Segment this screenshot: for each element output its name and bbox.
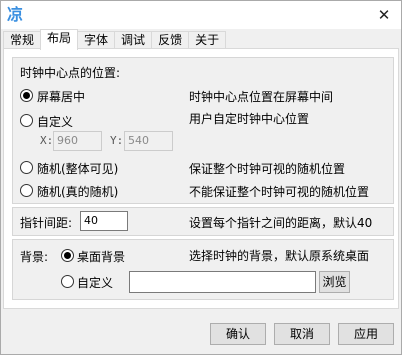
- cancel-button[interactable]: 取消: [274, 323, 330, 345]
- app-icon: 凉: [7, 5, 24, 24]
- position-group: 时钟中心点的位置: 屏幕居中 时钟中心点位置在屏幕中间 自定义 用户自定时钟中心…: [12, 57, 394, 204]
- radio-custom-background-label[interactable]: 自定义: [77, 274, 113, 291]
- screen-center-description: 时钟中心点位置在屏幕中间: [189, 90, 334, 104]
- background-path-input[interactable]: [129, 271, 316, 293]
- random-visible-description: 保证整个时钟可视的随机位置: [189, 162, 346, 176]
- tab-font[interactable]: 字体: [77, 31, 116, 49]
- y-label: Y:: [110, 134, 124, 147]
- browse-button[interactable]: 浏览: [319, 271, 350, 293]
- radio-custom-background[interactable]: [61, 275, 74, 288]
- x-coordinate-input[interactable]: 960: [53, 131, 102, 151]
- radio-custom-position-label[interactable]: 自定义: [37, 113, 73, 130]
- spacing-description: 设置每个指针之间的距离，默认40: [189, 216, 373, 230]
- background-group: 背景: 桌面背景 选择时钟的背景，默认原系统桌面 自定义 浏览: [12, 239, 394, 300]
- title-bar: 凉 ✕: [1, 1, 401, 29]
- custom-position-description: 用户自定时钟中心位置: [189, 112, 310, 126]
- radio-random-true[interactable]: [20, 184, 33, 197]
- tab-about[interactable]: 关于: [188, 31, 227, 49]
- tab-feedback[interactable]: 反馈: [151, 31, 190, 49]
- radio-screen-center[interactable]: [20, 89, 33, 102]
- radio-desktop-background[interactable]: [61, 249, 74, 262]
- tab-layout[interactable]: 布局: [40, 29, 79, 50]
- random-true-description: 不能保证整个时钟可视的随机位置: [189, 185, 370, 199]
- radio-random-visible[interactable]: [20, 161, 33, 174]
- close-button[interactable]: ✕: [367, 1, 401, 29]
- radio-custom-position[interactable]: [20, 114, 33, 127]
- y-coordinate-input[interactable]: 540: [124, 131, 173, 151]
- layout-panel: 时钟中心点的位置: 屏幕居中 时钟中心点位置在屏幕中间 自定义 用户自定时钟中心…: [3, 48, 399, 309]
- spacing-group: 指针间距: 40 设置每个指针之间的距离，默认40: [12, 207, 394, 236]
- radio-random-visible-label[interactable]: 随机(整体可见): [37, 160, 118, 177]
- settings-window: 凉 ✕ 常规 布局 字体 调试 反馈 关于 时钟中心点的位置: 屏幕居中 时钟中…: [0, 0, 402, 355]
- spacing-label: 指针间距:: [20, 216, 73, 230]
- tab-debug[interactable]: 调试: [114, 31, 153, 49]
- tab-bar: 常规 布局 字体 调试 反馈 关于: [3, 29, 227, 50]
- background-label: 背景:: [20, 250, 49, 264]
- radio-random-true-label[interactable]: 随机(真的随机): [37, 183, 118, 200]
- radio-desktop-background-label[interactable]: 桌面背景: [77, 248, 125, 265]
- tab-general[interactable]: 常规: [3, 31, 42, 49]
- radio-screen-center-label[interactable]: 屏幕居中: [37, 88, 85, 105]
- spacing-input[interactable]: 40: [80, 211, 128, 231]
- background-description: 选择时钟的背景，默认原系统桌面: [189, 249, 370, 263]
- ok-button[interactable]: 确认: [210, 323, 266, 345]
- x-label: X:: [40, 134, 54, 147]
- position-heading: 时钟中心点的位置:: [20, 66, 121, 80]
- apply-button[interactable]: 应用: [338, 323, 394, 345]
